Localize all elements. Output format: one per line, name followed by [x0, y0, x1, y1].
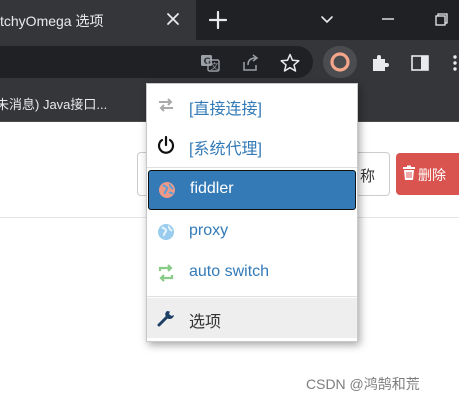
menu-item-label: [系统代理] [189, 141, 262, 158]
restore-icon[interactable] [431, 9, 451, 29]
switchyomega-popup-menu: [直接连接] [系统代理] fiddler proxy auto switch [146, 83, 358, 342]
menu-item-options[interactable]: 选项 [147, 298, 357, 338]
menu-item-label: proxy [189, 222, 229, 239]
menu-item-system-proxy[interactable]: [系统代理] [147, 125, 357, 165]
menu-item-label: fiddler [190, 180, 234, 197]
menu-item-auto-switch[interactable]: auto switch [147, 253, 357, 293]
side-panel-icon[interactable] [409, 52, 431, 74]
direct-connect-icon [159, 98, 173, 112]
delete-button[interactable]: 删除 [396, 153, 459, 195]
menu-separator [147, 167, 357, 168]
switchyomega-extension-button[interactable] [323, 46, 357, 78]
menu-item-direct[interactable]: [直接连接] [147, 85, 357, 125]
trash-icon [403, 165, 415, 180]
browser-toolbar: G 文 [0, 40, 459, 84]
menu-item-proxy[interactable]: proxy [147, 212, 357, 252]
menu-item-fiddler[interactable]: fiddler [148, 170, 356, 210]
bookmark-item[interactable]: 未消息) Java接口... [0, 94, 107, 113]
power-icon [157, 135, 175, 154]
star-icon[interactable] [279, 52, 301, 74]
chevron-down-icon[interactable] [318, 10, 336, 28]
menu-item-label: auto switch [189, 263, 270, 280]
globe-icon [158, 224, 174, 240]
tab-strip: tchyOmega 选项 [0, 0, 459, 40]
active-tab[interactable]: tchyOmega 选项 [0, 0, 196, 40]
globe-icon [159, 182, 175, 198]
menu-item-label: 选项 [189, 314, 222, 331]
tab-title: tchyOmega 选项 [0, 13, 104, 29]
share-icon[interactable] [239, 52, 261, 74]
switchyomega-icon [330, 52, 350, 72]
minimize-icon[interactable] [378, 9, 398, 29]
new-tab-icon[interactable] [207, 9, 229, 31]
wrench-icon [157, 311, 174, 327]
svg-text:文: 文 [211, 61, 219, 71]
address-bar[interactable] [0, 46, 313, 78]
delete-button-label: 删除 [418, 167, 446, 183]
translate-icon[interactable]: G 文 [199, 52, 221, 74]
close-icon[interactable] [163, 9, 183, 29]
watermark: CSDN @鸿鹄和荒 [306, 376, 420, 392]
extensions-puzzle-icon[interactable] [369, 52, 391, 74]
menu-icon[interactable] [444, 52, 459, 74]
retweet-icon [158, 264, 174, 282]
menu-separator [147, 296, 357, 297]
input-value: 称 [359, 168, 375, 185]
menu-item-label: [直接连接] [189, 101, 262, 118]
